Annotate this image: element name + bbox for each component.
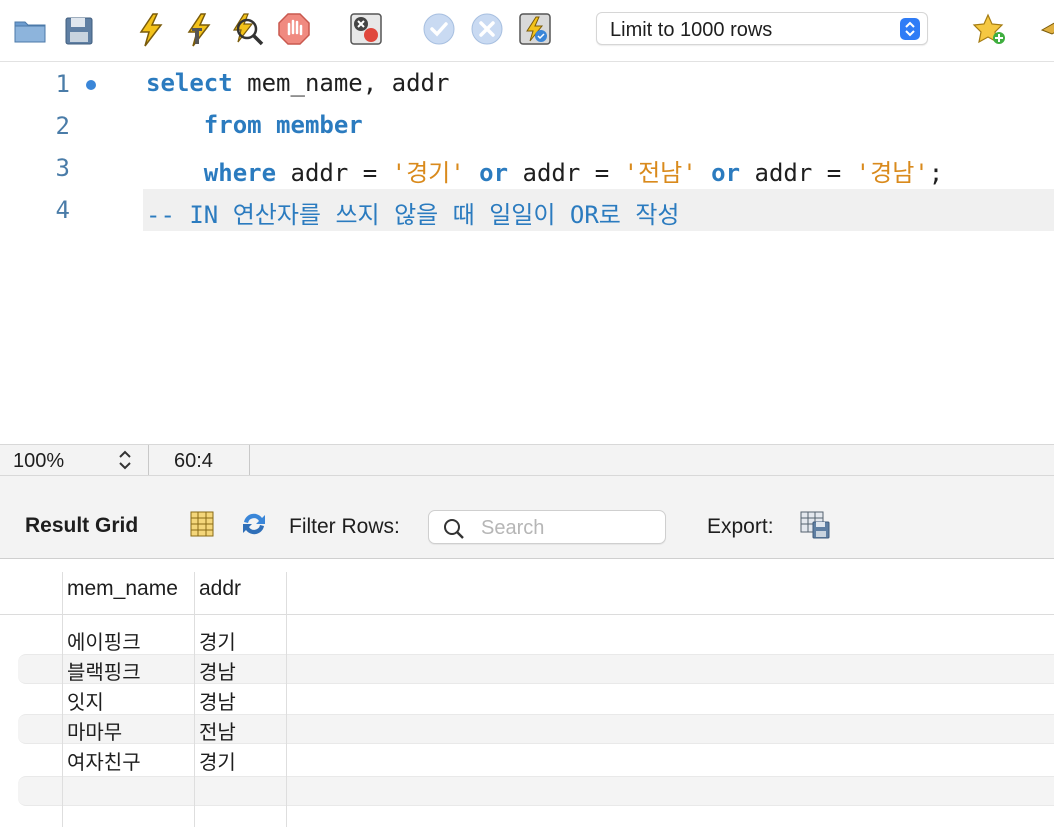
keyword-from: from xyxy=(203,111,262,139)
select-columns: mem_name, addr xyxy=(232,69,450,97)
column-divider xyxy=(62,572,63,827)
cell-addr: 전남 xyxy=(199,720,236,744)
keyword-select: select xyxy=(146,69,233,97)
table-row-empty xyxy=(18,776,1054,806)
zoom-stepper-icon[interactable] xyxy=(116,448,134,472)
condition-text: addr = xyxy=(740,159,856,187)
sql-editor[interactable]: 1 select mem_name, addr 2 from member 3 … xyxy=(0,63,1054,444)
execute-statement-icon[interactable] xyxy=(181,10,217,48)
open-folder-icon[interactable] xyxy=(12,10,48,48)
cell-addr: 경남 xyxy=(199,660,236,684)
commit-icon[interactable] xyxy=(421,10,457,48)
table-row[interactable]: 잇지 경남 xyxy=(0,682,1054,714)
code-text: where addr = '경기' or addr = '전남' or addr… xyxy=(146,153,943,188)
filter-search-box[interactable] xyxy=(428,510,666,544)
cell-mem-name: 잇지 xyxy=(67,690,104,714)
comment-text: -- IN 연산자를 쓰지 않을 때 일일이 OR로 작성 xyxy=(146,201,680,229)
condition-text: addr = xyxy=(276,159,392,187)
column-header-mem-name[interactable]: mem_name xyxy=(67,577,178,601)
search-icon xyxy=(444,519,464,539)
string-literal: '전남' xyxy=(623,159,697,187)
beautify-icon[interactable] xyxy=(1036,10,1054,48)
cell-addr: 경기 xyxy=(199,630,236,654)
line-number: 1 xyxy=(55,70,70,98)
code-line-1: 1 select mem_name, addr xyxy=(0,63,1054,105)
table-name: member xyxy=(276,111,363,139)
code-line-2: 2 from member xyxy=(0,105,1054,147)
string-literal: '경남' xyxy=(855,159,929,187)
filter-rows-label: Filter Rows: xyxy=(289,515,400,538)
string-literal: '경기' xyxy=(391,159,465,187)
column-divider[interactable] xyxy=(194,572,195,827)
rollback-icon[interactable] xyxy=(469,10,505,48)
keyword-or: or xyxy=(711,159,741,187)
line-number: 2 xyxy=(55,112,70,140)
refresh-icon[interactable] xyxy=(238,508,270,540)
grid-view-icon[interactable] xyxy=(186,508,218,540)
column-divider[interactable] xyxy=(286,572,287,827)
code-text: select mem_name, addr xyxy=(146,69,449,97)
line-number: 4 xyxy=(55,196,70,224)
main-toolbar: Limit to 1000 rows xyxy=(0,0,1054,62)
cell-addr: 경기 xyxy=(199,750,236,774)
bookmark-star-icon[interactable] xyxy=(972,10,1008,48)
save-icon[interactable] xyxy=(60,10,96,48)
code-line-4: 4 -- IN 연산자를 쓰지 않을 때 일일이 OR로 작성 xyxy=(0,189,1054,231)
status-divider xyxy=(148,445,149,475)
search-input[interactable] xyxy=(481,515,657,541)
editor-status-bar: 100% 60:4 xyxy=(0,444,1054,476)
limit-rows-select[interactable]: Limit to 1000 rows xyxy=(596,12,928,45)
toggle-error-icon[interactable] xyxy=(348,10,384,48)
line-number: 3 xyxy=(55,154,70,182)
statement-marker-icon[interactable] xyxy=(86,80,96,90)
result-toolbar: Result Grid Filter Rows: Export: xyxy=(0,476,1054,559)
cursor-position: 60:4 xyxy=(174,450,213,472)
table-row[interactable]: 에이핑크 경기 xyxy=(0,622,1054,654)
keyword-where: where xyxy=(203,159,277,187)
column-header-addr[interactable]: addr xyxy=(199,577,241,601)
table-row[interactable]: 마마무 전남 xyxy=(0,712,1054,744)
code-text: from member xyxy=(146,111,363,139)
code-line-3: 3 where addr = '경기' or addr = '전남' or ad… xyxy=(0,147,1054,189)
table-row[interactable]: 여자친구 경기 xyxy=(0,742,1054,774)
condition-text: addr = xyxy=(508,159,624,187)
chevron-up-down-icon xyxy=(900,18,920,40)
grid-header: mem_name addr xyxy=(0,560,1054,615)
export-icon[interactable] xyxy=(799,508,831,540)
table-row[interactable]: 블랙핑크 경남 xyxy=(0,652,1054,684)
cell-mem-name: 에이핑크 xyxy=(67,630,141,654)
export-label: Export: xyxy=(707,515,774,538)
limit-rows-value: Limit to 1000 rows xyxy=(610,19,773,41)
status-divider xyxy=(249,445,250,475)
result-grid: mem_name addr 에이핑크 경기 블랙핑크 경남 잇지 경남 마마무 … xyxy=(0,560,1054,827)
cell-mem-name: 마마무 xyxy=(67,720,123,744)
execute-icon[interactable] xyxy=(133,10,169,48)
explain-icon[interactable] xyxy=(228,10,264,48)
cell-mem-name: 블랙핑크 xyxy=(67,660,141,684)
semicolon: ; xyxy=(928,159,944,187)
zoom-level: 100% xyxy=(13,450,65,472)
cell-mem-name: 여자친구 xyxy=(67,750,141,774)
result-grid-title: Result Grid xyxy=(25,514,139,537)
autocommit-icon[interactable] xyxy=(517,10,553,48)
cell-addr: 경남 xyxy=(199,690,236,714)
keyword-or: or xyxy=(479,159,509,187)
stop-icon[interactable] xyxy=(276,10,312,48)
